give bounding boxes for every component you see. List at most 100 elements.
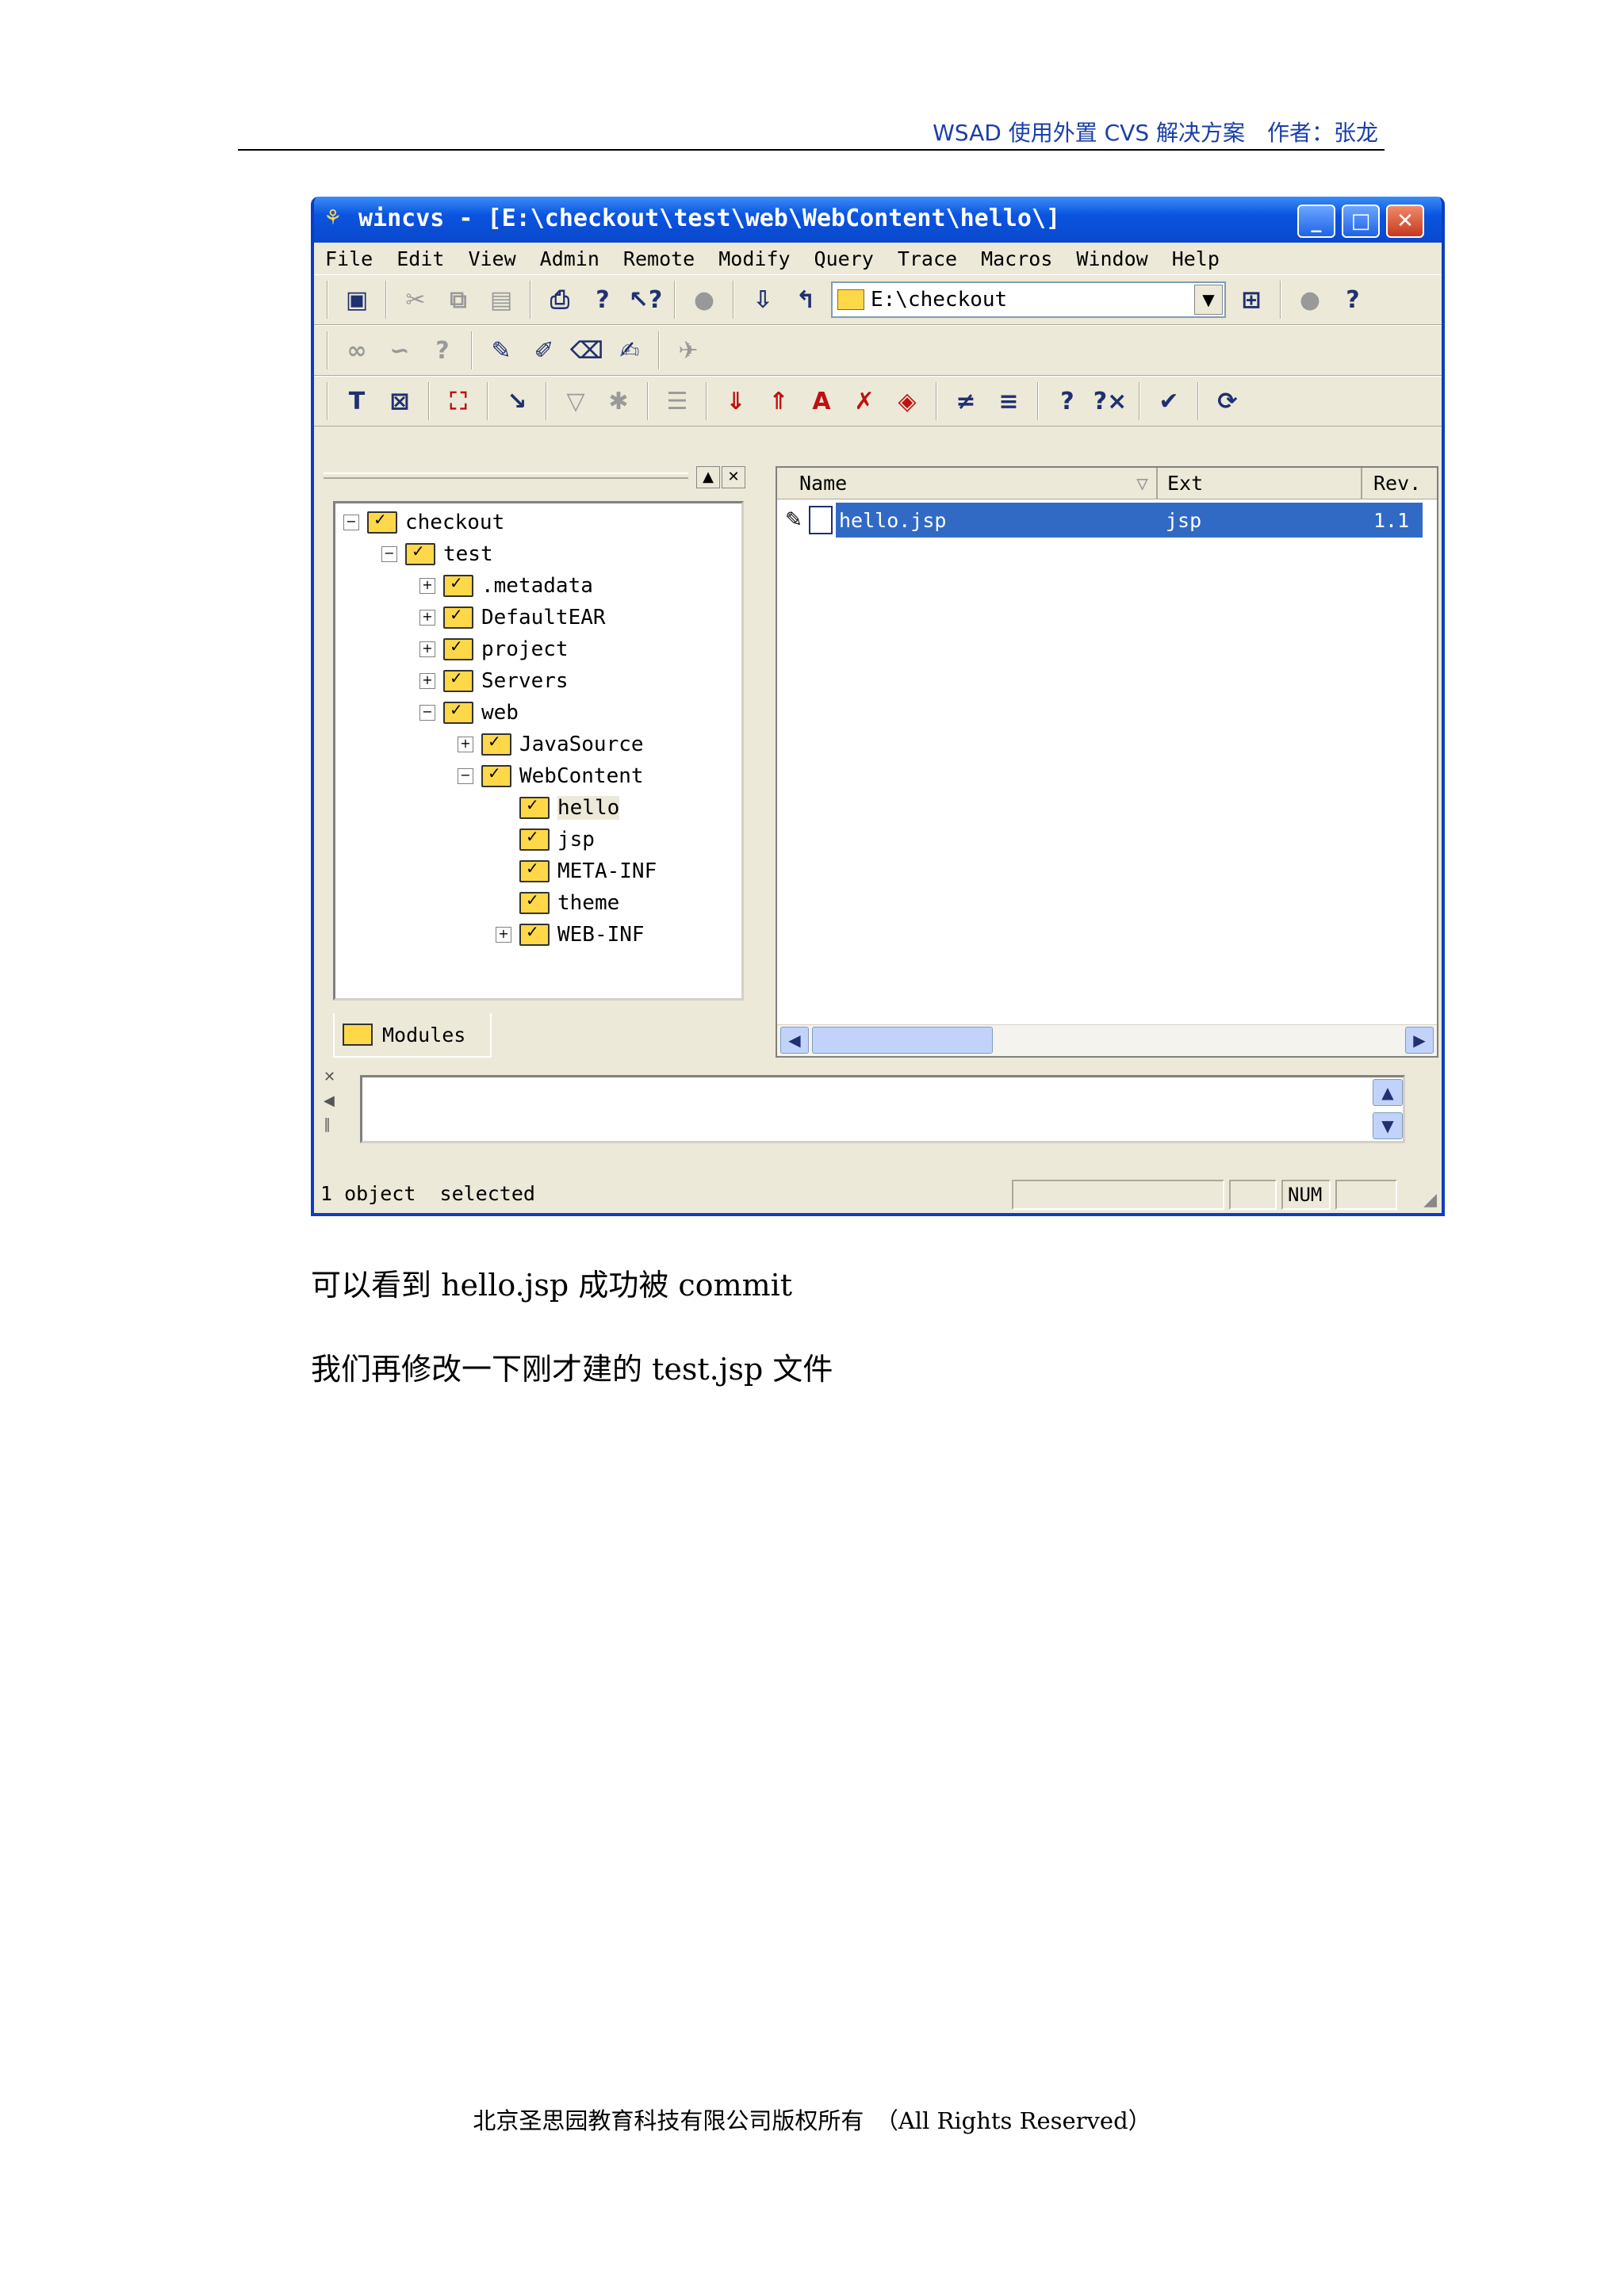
- tree-node-hello[interactable]: hello: [519, 792, 620, 824]
- help-icon[interactable]: ?: [585, 282, 620, 317]
- tree-node-servers[interactable]: + Servers: [419, 665, 569, 697]
- scroll-down-icon[interactable]: ▼: [1373, 1112, 1403, 1139]
- pane-grip[interactable]: [324, 473, 688, 479]
- tree-node-defaultear[interactable]: + DefaultEAR: [419, 602, 606, 633]
- output-scroll-icon[interactable]: ◀: [324, 1093, 344, 1109]
- menu-admin[interactable]: Admin: [540, 247, 599, 270]
- next-icon[interactable]: ↘: [500, 384, 534, 419]
- context-help-icon[interactable]: ↖?: [628, 282, 663, 317]
- tree-node-web[interactable]: − web: [419, 697, 519, 729]
- stop-icon[interactable]: ●: [687, 282, 722, 317]
- menu-query[interactable]: Query: [814, 247, 874, 270]
- asterisk-icon[interactable]: ✱: [601, 384, 636, 419]
- column-ext[interactable]: Ext: [1158, 468, 1362, 499]
- browse-folder-icon[interactable]: ⊞: [1234, 282, 1269, 317]
- edit-icon[interactable]: ✎: [484, 333, 519, 368]
- scroll-thumb[interactable]: [812, 1027, 993, 1054]
- collapse-icon[interactable]: −: [458, 768, 473, 784]
- tree-node-metadata[interactable]: + .metadata: [419, 570, 593, 602]
- help-book-icon[interactable]: ?: [1335, 282, 1370, 317]
- macro-icon[interactable]: ✈: [671, 333, 706, 368]
- location-combo[interactable]: E:\checkout ▼: [831, 281, 1226, 318]
- filter-icon[interactable]: ▽: [558, 384, 593, 419]
- show-ignored-icon[interactable]: ∞: [339, 333, 374, 368]
- collapse-icon[interactable]: −: [419, 705, 435, 721]
- add-icon[interactable]: A: [804, 384, 839, 419]
- menu-help[interactable]: Help: [1172, 247, 1220, 270]
- tree-node-jsp[interactable]: jsp: [519, 824, 595, 855]
- watch-icon[interactable]: ✍: [612, 333, 647, 368]
- menu-trace[interactable]: Trace: [898, 247, 957, 270]
- show-unknown-icon[interactable]: ∽: [382, 333, 417, 368]
- paste-icon[interactable]: ▤: [484, 282, 519, 317]
- tag-icon[interactable]: ◈: [890, 384, 925, 419]
- close-button[interactable]: ✕: [1386, 205, 1424, 238]
- save-icon[interactable]: ▣: [339, 282, 374, 317]
- edit-check-icon[interactable]: ✔: [1151, 384, 1186, 419]
- remove-icon[interactable]: ✗: [847, 384, 882, 419]
- diff-icon[interactable]: ≠: [948, 384, 983, 419]
- scroll-up-icon[interactable]: ▲: [1373, 1079, 1403, 1106]
- menu-modify[interactable]: Modify: [718, 247, 790, 270]
- title-bar[interactable]: ⚘ wincvs - [E:\checkout\test\web\WebCont…: [314, 197, 1442, 243]
- expand-icon[interactable]: +: [419, 578, 435, 594]
- menu-file[interactable]: File: [325, 247, 373, 270]
- expand-icon[interactable]: +: [419, 673, 435, 689]
- previous-location-icon[interactable]: ↰: [788, 282, 823, 317]
- resize-grip-icon[interactable]: ◢: [1423, 1190, 1437, 1210]
- text-icon[interactable]: T: [339, 384, 374, 419]
- commit-icon[interactable]: ⇑: [761, 384, 796, 419]
- menu-view[interactable]: View: [468, 247, 515, 270]
- expand-icon[interactable]: +: [419, 610, 435, 626]
- menu-edit[interactable]: Edit: [396, 247, 444, 270]
- tree-node-web-inf[interactable]: + WEB-INF: [496, 919, 645, 951]
- tab-modules[interactable]: Modules: [333, 1013, 492, 1058]
- maximize-button[interactable]: □: [1342, 205, 1380, 238]
- expand-icon[interactable]: +: [496, 927, 511, 943]
- tree-node-meta-inf[interactable]: META-INF: [519, 855, 657, 887]
- output-console[interactable]: ▲ ▼: [360, 1075, 1405, 1143]
- output-grip-icon[interactable]: ∥: [324, 1116, 344, 1133]
- binary-icon[interactable]: ⊠: [382, 384, 417, 419]
- pane-collapse-icon[interactable]: ▲: [696, 466, 720, 488]
- tree-node-theme[interactable]: theme: [519, 887, 619, 919]
- show-missing-icon[interactable]: ?: [425, 333, 460, 368]
- collapse-icon[interactable]: −: [343, 515, 359, 530]
- menu-remote[interactable]: Remote: [623, 247, 695, 270]
- edit-sel-icon[interactable]: ✐: [527, 333, 561, 368]
- print-icon[interactable]: ⎙: [542, 282, 577, 317]
- tree-icon[interactable]: ⛶: [441, 384, 476, 419]
- menu-window[interactable]: Window: [1076, 247, 1147, 270]
- expand-icon[interactable]: +: [458, 737, 473, 752]
- column-rev[interactable]: Rev.: [1362, 468, 1437, 499]
- tree-node-project[interactable]: + project: [419, 633, 569, 665]
- tree-node-checkout[interactable]: − checkout: [343, 507, 504, 538]
- log-icon[interactable]: ≡: [991, 384, 1026, 419]
- record-icon[interactable]: ●: [1293, 282, 1327, 317]
- update-icon[interactable]: ⇓: [718, 384, 753, 419]
- horizontal-scrollbar[interactable]: ◀ ▶: [777, 1024, 1437, 1056]
- query-icon[interactable]: ?: [1050, 384, 1085, 419]
- output-close-icon[interactable]: ✕: [324, 1069, 344, 1085]
- file-row[interactable]: ✎ hello.jsp jsp 1.1: [777, 503, 1437, 538]
- tree-node-javasource[interactable]: + JavaSource: [458, 729, 644, 760]
- cut-icon[interactable]: ✂: [398, 282, 433, 317]
- scroll-right-icon[interactable]: ▶: [1405, 1027, 1434, 1054]
- tree-node-webcontent[interactable]: − WebContent: [458, 760, 644, 792]
- copy-icon[interactable]: ⧉: [441, 282, 476, 317]
- query-cancel-icon[interactable]: ?×: [1093, 384, 1128, 419]
- erase-icon[interactable]: ⌫: [569, 333, 604, 368]
- chevron-down-icon[interactable]: ▼: [1194, 285, 1223, 315]
- expand-icon[interactable]: +: [419, 641, 435, 657]
- scroll-left-icon[interactable]: ◀: [780, 1027, 809, 1054]
- list-icon[interactable]: ☰: [660, 384, 695, 419]
- browse-location-icon[interactable]: ⇩: [745, 282, 780, 317]
- minimize-button[interactable]: _: [1297, 205, 1335, 238]
- toolbar-separator: [428, 382, 430, 420]
- pane-close-icon[interactable]: ✕: [722, 466, 745, 488]
- column-name[interactable]: Name ▽: [777, 468, 1158, 499]
- tree-node-test[interactable]: − test: [381, 538, 493, 570]
- collapse-icon[interactable]: −: [381, 546, 397, 562]
- refresh-icon[interactable]: ⟳: [1210, 384, 1245, 419]
- menu-macros[interactable]: Macros: [981, 247, 1052, 270]
